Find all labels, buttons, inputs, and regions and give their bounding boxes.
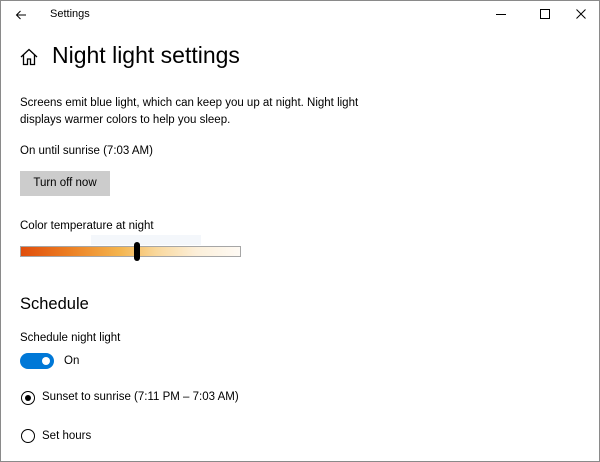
back-button[interactable]: [7, 3, 35, 27]
radio-label-sunset-to-sunrise[interactable]: Sunset to sunrise (7:11 PM – 7:03 AM): [42, 391, 239, 403]
color-temperature-slider[interactable]: [20, 246, 241, 257]
maximize-button[interactable]: [527, 1, 563, 27]
page-title: Night light settings: [52, 42, 240, 68]
toggle-state-label: On: [64, 355, 80, 367]
schedule-night-light-toggle[interactable]: [20, 353, 54, 369]
turn-off-now-button[interactable]: Turn off now: [20, 171, 110, 196]
minimize-icon: [496, 14, 506, 15]
color-temperature-label: Color temperature at night: [20, 220, 154, 232]
title-bar: Settings: [1, 1, 599, 29]
settings-window: Settings Night light settings Screens em…: [0, 0, 600, 462]
maximize-icon: [540, 9, 550, 19]
night-light-status: On until sunrise (7:03 AM): [20, 145, 153, 157]
slider-tooltip-ghost: [91, 235, 201, 245]
radio-sunset-to-sunrise[interactable]: [21, 391, 35, 405]
close-icon: [576, 9, 586, 19]
description-text: Screens emit blue light, which can keep …: [20, 97, 359, 126]
home-button[interactable]: [19, 47, 39, 67]
close-button[interactable]: [563, 1, 599, 27]
radio-set-hours[interactable]: [21, 429, 35, 443]
color-temperature-slider-thumb[interactable]: [134, 242, 141, 261]
schedule-night-light-label: Schedule night light: [20, 332, 121, 344]
schedule-heading: Schedule: [20, 295, 89, 313]
radio-label-set-hours[interactable]: Set hours: [42, 430, 91, 442]
back-arrow-icon: [15, 10, 26, 20]
radio-selected-dot: [24, 394, 31, 401]
window-title: Settings: [50, 8, 90, 20]
minimize-button[interactable]: [483, 1, 519, 27]
toggle-knob: [42, 357, 50, 365]
home-icon: [20, 48, 38, 66]
